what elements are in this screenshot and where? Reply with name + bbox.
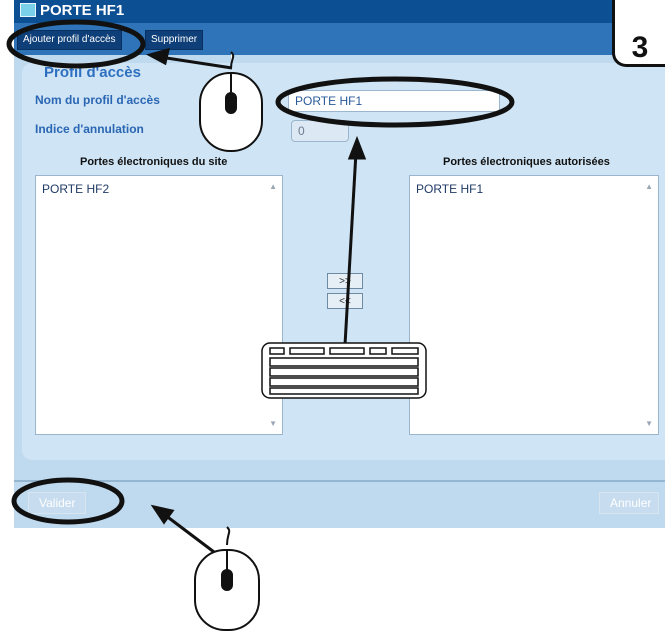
validate-button[interactable]: Valider: [28, 492, 86, 514]
cancel-index-field: 0: [291, 120, 349, 142]
delete-button[interactable]: Supprimer: [145, 30, 204, 50]
authorized-doors-title: Portes électroniques autorisées: [443, 156, 610, 168]
site-doors-title: Portes électroniques du site: [80, 156, 228, 168]
site-doors-list[interactable]: PORTE HF2 ▲ ▼: [35, 175, 283, 435]
scroll-up-arrow-icon[interactable]: ▲: [645, 182, 653, 191]
authorized-doors-list[interactable]: PORTE HF1 ▲ ▼: [409, 175, 659, 435]
mouse-icon: [194, 526, 260, 631]
window-title: PORTE HF1: [40, 2, 125, 19]
add-door-button[interactable]: >>: [327, 273, 363, 289]
list-item[interactable]: PORTE HF1: [416, 182, 483, 196]
step-number: 3: [631, 31, 649, 64]
profile-name-label: Nom du profil d'accès: [35, 93, 160, 107]
add-access-profile-button[interactable]: Ajouter profil d'accès: [17, 30, 122, 50]
footer-bar: [14, 480, 665, 528]
cancel-index-label: Indice d'annulation: [35, 122, 144, 136]
profile-name-input[interactable]: PORTE HF1: [288, 90, 500, 112]
list-item[interactable]: PORTE HF2: [42, 182, 109, 196]
scroll-up-arrow-icon[interactable]: ▲: [269, 182, 277, 191]
remove-door-button[interactable]: <<: [327, 293, 363, 309]
window-app-icon: [20, 3, 36, 17]
cancel-button[interactable]: Annuler: [599, 492, 659, 514]
section-title: Profil d'accès: [44, 64, 141, 81]
scroll-down-arrow-icon[interactable]: ▼: [269, 419, 277, 428]
scroll-down-arrow-icon[interactable]: ▼: [645, 419, 653, 428]
